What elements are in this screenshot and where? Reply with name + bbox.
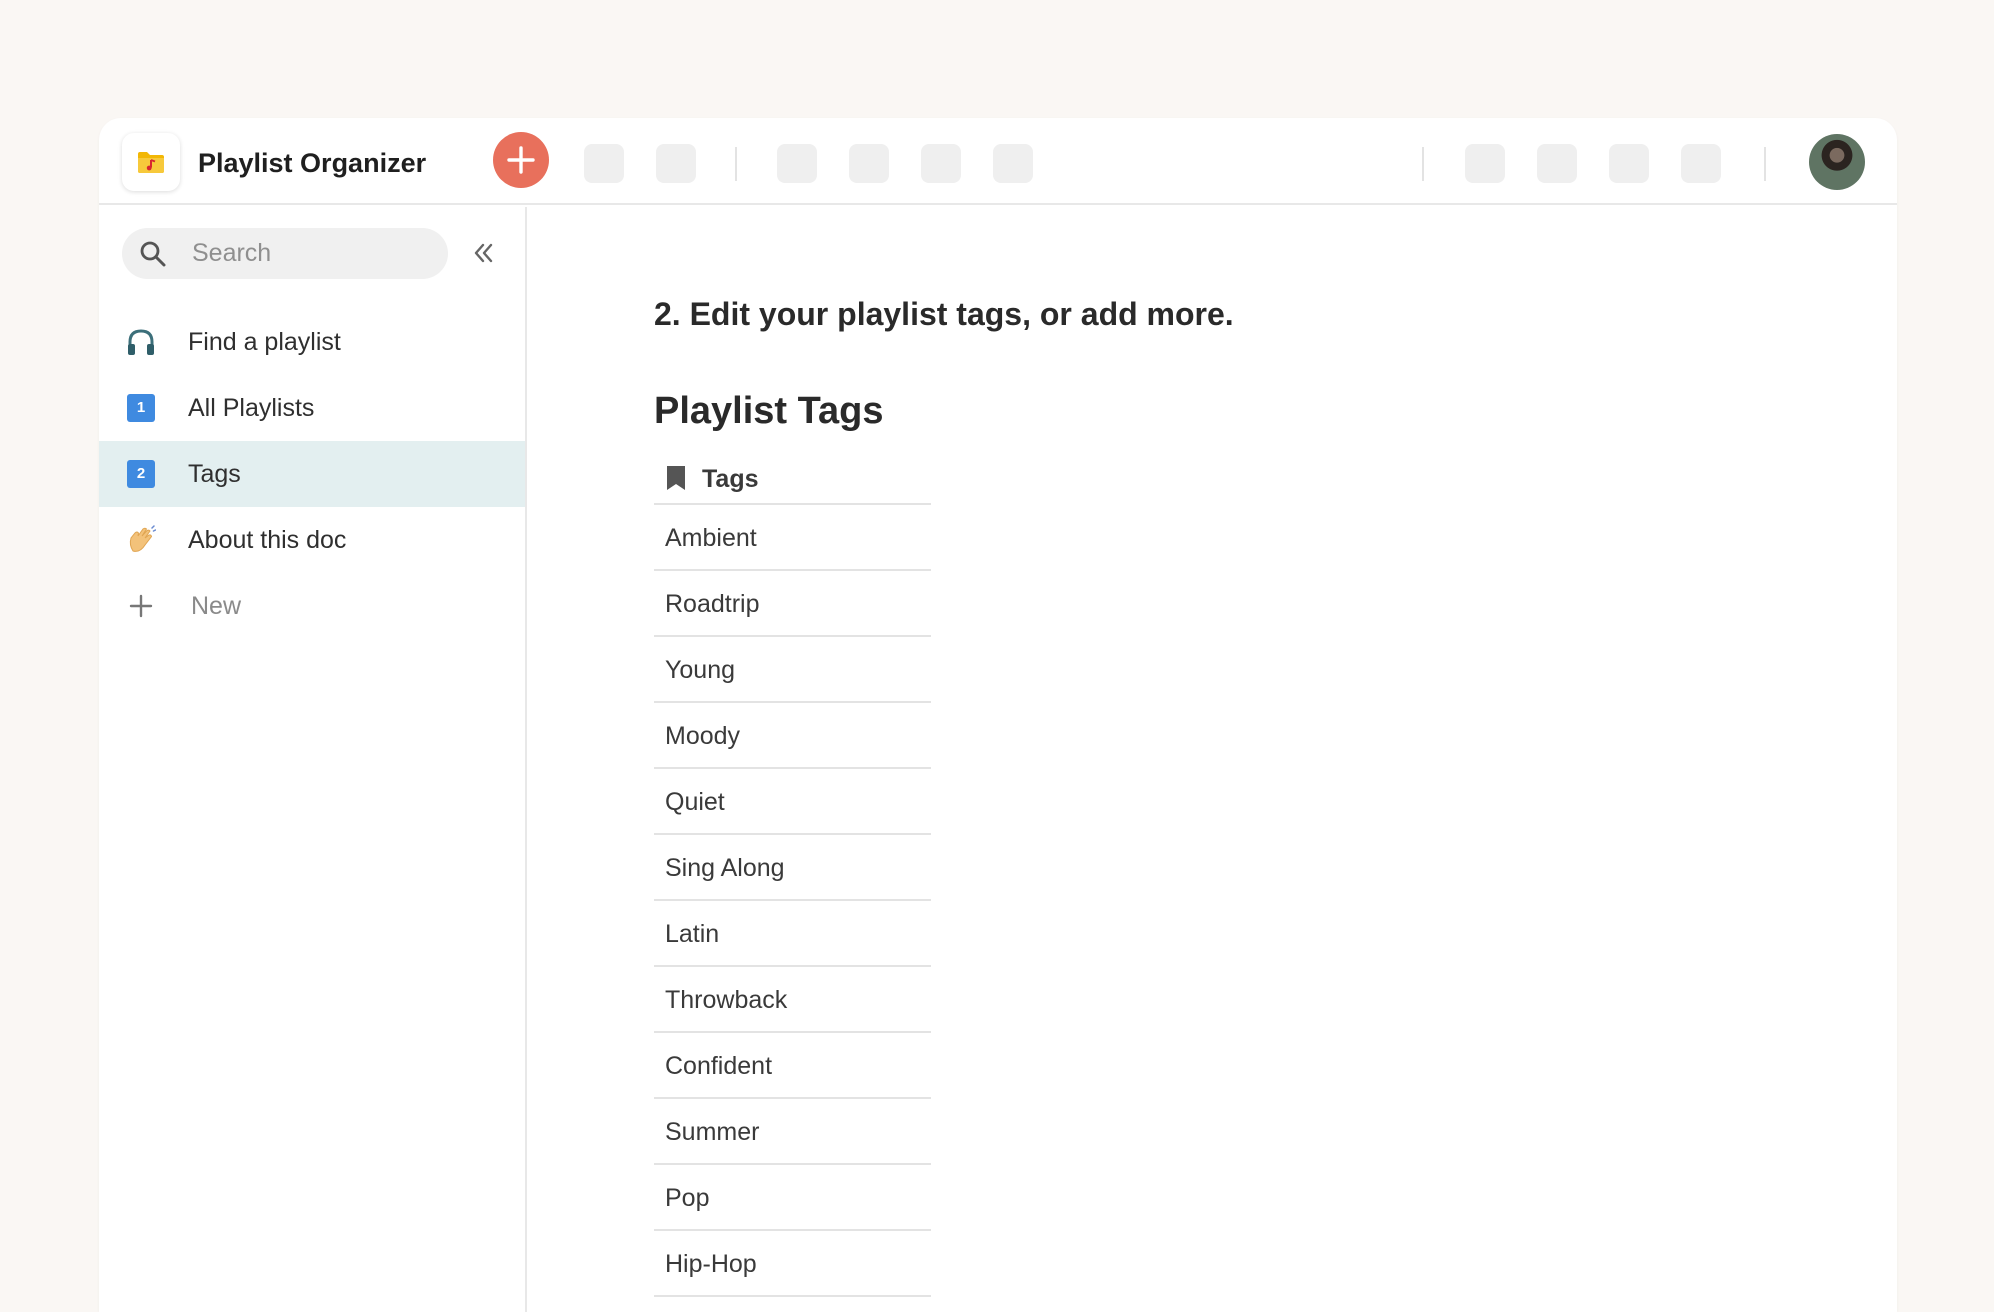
sidebar-item-label: Find a playlist <box>188 328 341 356</box>
sidebar-item-find-a-playlist[interactable]: Find a playlist <box>99 309 525 375</box>
search-input[interactable] <box>192 238 432 268</box>
toolbar-button-7[interactable] <box>1465 144 1505 183</box>
sidebar-item-label: Tags <box>188 460 241 488</box>
new-page-label: New <box>191 592 242 620</box>
toolbar-button-5[interactable] <box>921 144 961 183</box>
table-row[interactable]: Latin <box>654 901 931 967</box>
tag-cell: Summer <box>665 1118 760 1146</box>
user-avatar[interactable] <box>1809 134 1865 190</box>
toolbar-divider <box>735 147 737 181</box>
tag-cell: Throwback <box>665 986 788 1014</box>
page-title: Playlist Tags <box>654 390 884 432</box>
table-row[interactable]: Ambient <box>654 505 931 571</box>
table-row[interactable]: Confident <box>654 1033 931 1099</box>
toolbar-button-6[interactable] <box>993 144 1033 183</box>
table-row[interactable]: Pop <box>654 1165 931 1231</box>
toolbar-button-3[interactable] <box>777 144 817 183</box>
headphones-icon <box>128 329 154 355</box>
double-chevron-left-icon[interactable] <box>469 239 497 267</box>
app-window: Playlist Organizer Search Find a playlis… <box>99 118 1897 1312</box>
tag-cell: Quiet <box>665 788 725 816</box>
plus-icon <box>507 146 535 174</box>
bookmark-icon <box>667 466 685 490</box>
tags-table: Tags Ambient Roadtrip Young Moody Quiet … <box>654 451 931 1297</box>
toolbar-button-2[interactable] <box>656 144 696 183</box>
tag-cell: Young <box>665 656 735 684</box>
sidebar: Find a playlist 1 All Playlists 2 Tags A… <box>99 207 527 1312</box>
new-page-button[interactable]: New <box>99 573 525 639</box>
search-icon <box>140 241 166 267</box>
number-2-badge: 2 <box>127 460 155 488</box>
sidebar-item-label: All Playlists <box>188 394 315 422</box>
tag-cell: Pop <box>665 1184 710 1212</box>
tag-cell: Roadtrip <box>665 590 760 618</box>
table-row[interactable]: Hip-Hop <box>654 1231 931 1297</box>
waving-hand-icon <box>129 525 156 552</box>
table-row[interactable]: Sing Along <box>654 835 931 901</box>
tag-cell: Latin <box>665 920 720 948</box>
sidebar-item-tags[interactable]: 2 Tags <box>99 441 525 507</box>
toolbar-button-10[interactable] <box>1681 144 1721 183</box>
toolbar-button-9[interactable] <box>1609 144 1649 183</box>
table-row[interactable]: Young <box>654 637 931 703</box>
toolbar-button-4[interactable] <box>849 144 889 183</box>
toolbar-divider <box>1764 147 1766 181</box>
music-folder-icon[interactable] <box>122 133 180 191</box>
plus-icon <box>129 594 153 618</box>
tag-cell: Moody <box>665 722 741 750</box>
sidebar-item-label: About this doc <box>188 526 347 554</box>
table-row[interactable]: Roadtrip <box>654 571 931 637</box>
sidebar-item-all-playlists[interactable]: 1 All Playlists <box>99 375 525 441</box>
search-box[interactable] <box>122 228 448 279</box>
tag-cell: Hip-Hop <box>665 1250 757 1278</box>
table-row[interactable]: Summer <box>654 1099 931 1165</box>
top-toolbar: Playlist Organizer <box>99 118 1897 205</box>
toolbar-button-1[interactable] <box>584 144 624 183</box>
column-header-tags: Tags <box>702 465 759 493</box>
add-button[interactable] <box>493 132 549 188</box>
tag-cell: Ambient <box>665 524 757 552</box>
tag-cell: Sing Along <box>665 854 785 882</box>
intro-heading: 2. Edit your playlist tags, or add more. <box>654 296 1234 332</box>
table-header[interactable]: Tags <box>654 451 931 505</box>
toolbar-divider <box>1422 147 1424 181</box>
app-title: Playlist Organizer <box>198 148 427 178</box>
number-1-badge: 1 <box>127 394 155 422</box>
sidebar-item-about-this-doc[interactable]: About this doc <box>99 507 525 573</box>
main-content: 2. Edit your playlist tags, or add more.… <box>529 207 1897 1312</box>
table-row[interactable]: Quiet <box>654 769 931 835</box>
tag-cell: Confident <box>665 1052 773 1080</box>
table-row[interactable]: Throwback <box>654 967 931 1033</box>
toolbar-button-8[interactable] <box>1537 144 1577 183</box>
table-row[interactable]: Moody <box>654 703 931 769</box>
